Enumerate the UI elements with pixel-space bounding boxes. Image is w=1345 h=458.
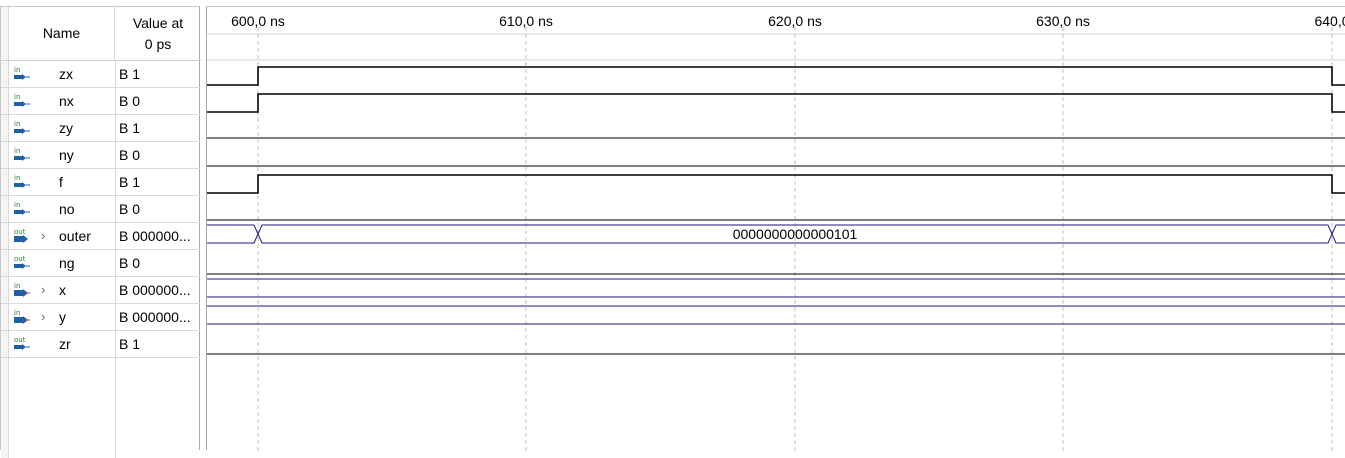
gutter-fill — [1, 358, 9, 458]
time-tick-label: 600,0 ns — [231, 13, 285, 29]
input-pin-icon: in — [13, 173, 31, 191]
signal-row-y[interactable]: in › y B 000000... — [1, 304, 200, 331]
row-gutter — [1, 304, 9, 330]
output-pin-icon: out — [13, 227, 31, 245]
expand-chevron-icon[interactable]: › — [41, 309, 45, 324]
signal-name: outer — [59, 228, 91, 244]
row-gutter — [1, 250, 9, 276]
row-gutter — [1, 142, 9, 168]
time-tick-label: 610,0 ns — [499, 13, 553, 29]
waveform-panel[interactable]: 600,0 ns 610,0 ns 620,0 ns 630,0 ns 640, 0 000… — [206, 6, 1345, 451]
input-pin-icon: in — [13, 92, 31, 110]
value-header-label-2: 0 ps — [144, 36, 172, 52]
input-pin-icon: in — [13, 119, 31, 137]
signal-row-zy[interactable]: in zy B 1 — [1, 115, 200, 142]
signal-value: B 0 — [119, 147, 141, 163]
svg-text:in: in — [14, 282, 20, 290]
row-gutter — [1, 196, 9, 222]
signal-value: B 000000... — [119, 282, 191, 298]
signal-row-ng[interactable]: out ng B 0 — [1, 250, 200, 277]
signal-row-zx[interactable]: in zx B 1 — [1, 61, 200, 88]
waveform-f — [207, 174, 1345, 194]
name-header-label: Name — [42, 25, 81, 41]
input-pin-icon: in — [13, 308, 31, 326]
time-tick-label: 640,0 — [1314, 13, 1345, 29]
signal-name: ny — [59, 147, 74, 163]
signal-value: B 1 — [119, 66, 141, 82]
svg-text:in: in — [14, 66, 20, 74]
signal-value: B 0 — [119, 201, 141, 217]
signal-name: ng — [59, 255, 75, 271]
waveform-zx — [207, 66, 1345, 86]
svg-text:in: in — [14, 201, 20, 209]
column-divider — [115, 358, 116, 458]
signal-value: B 1 — [119, 174, 141, 190]
signal-row-zr[interactable]: out zr B 1 — [1, 331, 200, 358]
signal-name: zr — [59, 336, 71, 352]
signal-row-no[interactable]: in no B 0 — [1, 196, 200, 223]
bus-value-label: 0000000000000101 — [733, 226, 858, 242]
signal-list-panel: Name Value at 0 ps in zx B 1 in nx B 0 in zy B 1… — [0, 6, 201, 458]
row-gutter — [1, 61, 9, 87]
row-gutter — [1, 115, 9, 141]
svg-text:in: in — [14, 147, 20, 155]
input-pin-icon: in — [13, 281, 31, 299]
signal-value: B 000000... — [119, 309, 191, 325]
signal-name: nx — [59, 93, 74, 109]
svg-text:out: out — [14, 336, 26, 344]
row-gutter — [1, 88, 9, 114]
input-pin-icon: in — [13, 146, 31, 164]
signal-name: x — [59, 282, 66, 298]
svg-text:in: in — [14, 93, 20, 101]
signal-row-outer[interactable]: out › outer B 000000... — [1, 223, 200, 250]
signal-value: B 000000... — [119, 228, 191, 244]
signal-name: zy — [59, 120, 73, 136]
expand-chevron-icon[interactable]: › — [41, 228, 45, 243]
waveform-nx — [207, 93, 1345, 113]
signal-name: zx — [59, 66, 73, 82]
signal-value: B 0 — [119, 255, 141, 271]
svg-text:in: in — [14, 174, 20, 182]
value-column-header[interactable]: Value at 0 ps — [115, 7, 201, 61]
input-pin-icon: in — [13, 200, 31, 218]
signal-name: y — [59, 309, 66, 325]
waveform-canvas[interactable]: 600,0 ns 610,0 ns 620,0 ns 630,0 ns 640, 0 000… — [207, 7, 1345, 451]
signal-value: B 1 — [119, 120, 141, 136]
signal-row-f[interactable]: in f B 1 — [1, 169, 200, 196]
svg-text:out: out — [14, 255, 26, 263]
row-gutter — [1, 169, 9, 195]
row-gutter — [1, 223, 9, 249]
svg-text:in: in — [14, 120, 20, 128]
signal-name: no — [59, 201, 75, 217]
row-gutter — [1, 331, 9, 357]
output-pin-icon: out — [13, 335, 31, 353]
input-pin-icon: in — [13, 65, 31, 83]
signal-row-x[interactable]: in › x B 000000... — [1, 277, 200, 304]
expand-chevron-icon[interactable]: › — [41, 282, 45, 297]
signal-row-ny[interactable]: in ny B 0 — [1, 142, 200, 169]
signal-value: B 0 — [119, 93, 141, 109]
signal-value: B 1 — [119, 336, 141, 352]
output-pin-icon: out — [13, 254, 31, 272]
row-gutter — [1, 277, 9, 303]
value-header-label-1: Value at — [132, 15, 184, 31]
name-column-header[interactable]: Name — [9, 7, 115, 61]
svg-text:in: in — [14, 309, 20, 317]
signal-name: f — [59, 174, 63, 190]
svg-text:out: out — [14, 228, 26, 236]
time-tick-label: 620,0 ns — [768, 13, 822, 29]
time-tick-label: 630,0 ns — [1036, 13, 1090, 29]
header-gutter — [1, 7, 9, 61]
signal-row-nx[interactable]: in nx B 0 — [1, 88, 200, 115]
